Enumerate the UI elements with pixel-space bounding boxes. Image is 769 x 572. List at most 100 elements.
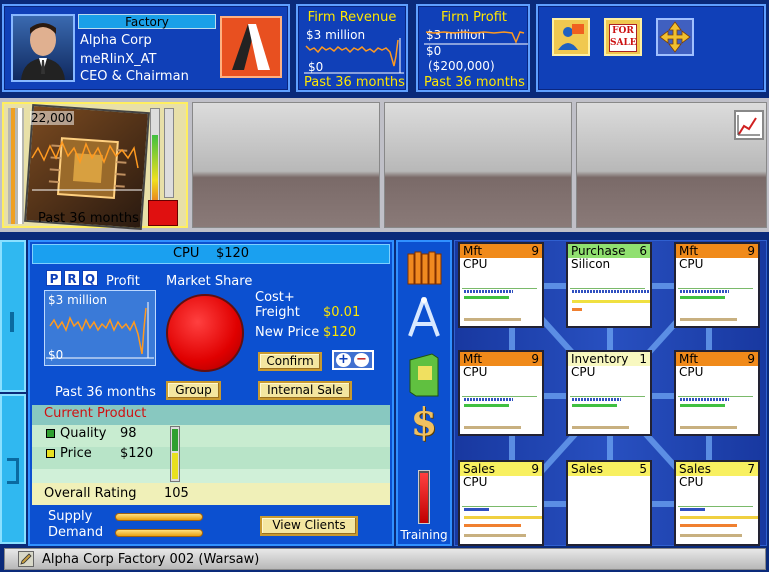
revenue-sparkline — [304, 38, 404, 74]
p-button[interactable]: P — [46, 270, 62, 286]
detail-price: $120 — [215, 246, 250, 261]
card-bar — [680, 426, 738, 429]
move-icon[interactable] — [656, 18, 694, 56]
product-slot-2[interactable] — [192, 102, 380, 228]
training-label: Training — [400, 528, 448, 542]
card-bar — [464, 534, 526, 537]
logo-icon — [232, 24, 270, 70]
quality-label: Quality — [60, 426, 107, 441]
card-divider — [678, 288, 754, 289]
production-card[interactable]: Mft 9 CPU — [674, 242, 760, 328]
card-type: Sales — [463, 462, 495, 476]
for-sale-sign: FOR SALE — [609, 24, 637, 52]
product-slot-3[interactable] — [384, 102, 572, 228]
card-type: Sales — [571, 462, 603, 476]
dollar-icon[interactable]: $ — [404, 402, 444, 442]
card-product: CPU — [463, 257, 488, 271]
status-pencil-icon[interactable] — [18, 551, 34, 567]
supply-label: Supply — [48, 509, 93, 524]
side-tab-1-mark — [10, 312, 14, 332]
for-sale-icon[interactable]: FOR SALE — [604, 18, 642, 56]
card-type: Sales — [679, 462, 711, 476]
card-bar — [464, 404, 510, 407]
cost-freight-value: $0.01 — [323, 305, 361, 320]
card-bar — [572, 404, 618, 407]
production-card[interactable]: Mft 9 CPU — [674, 350, 760, 436]
prq-buttons: P R Q — [46, 270, 102, 286]
card-bar — [572, 398, 622, 401]
profit-period: Past 36 months — [424, 75, 525, 90]
production-card[interactable]: Inventory 1 CPU — [566, 350, 652, 436]
side-tab-1[interactable] — [0, 240, 26, 392]
minus-icon[interactable]: − — [354, 353, 369, 367]
side-tab-2[interactable] — [0, 394, 26, 544]
profit-label: Profit — [106, 274, 140, 289]
price-adjust: + − — [332, 350, 374, 370]
card-divider — [678, 506, 754, 507]
card-bar — [680, 290, 730, 293]
card-header: Purchase 6 — [568, 244, 650, 258]
profit-sparkline — [424, 31, 528, 45]
market-share-pie[interactable] — [166, 294, 244, 372]
card-header: Mft 9 — [460, 244, 542, 258]
company-name: Alpha Corp — [80, 33, 152, 48]
card-bar — [680, 508, 705, 511]
card-product: CPU — [571, 365, 596, 379]
card-bar — [464, 508, 489, 511]
view-clients-button[interactable]: View Clients — [260, 516, 358, 536]
profit-chart-line — [46, 302, 154, 359]
card-divider — [462, 288, 538, 289]
player-name: meRlinX_AT — [80, 52, 157, 67]
production-card[interactable]: Sales 7 CPU — [674, 460, 760, 546]
card-product: CPU — [679, 475, 704, 489]
chart-toggle-icon[interactable] — [734, 110, 764, 140]
new-price-value: $120 — [323, 325, 357, 340]
r-button[interactable]: R — [64, 270, 80, 286]
manual-icon[interactable] — [404, 352, 444, 398]
manager-icon[interactable] — [552, 18, 590, 56]
compass-icon[interactable] — [404, 296, 444, 340]
company-logo[interactable] — [220, 16, 282, 78]
price-value: $120 — [120, 446, 154, 461]
books-icon[interactable] — [404, 248, 444, 288]
detail-period: Past 36 months — [55, 385, 156, 400]
production-card[interactable]: Purchase 6 Silicon — [566, 242, 652, 328]
slot-sparkline — [31, 139, 142, 191]
detail-product: CPU — [172, 246, 200, 261]
training-bar[interactable] — [418, 470, 430, 524]
card-divider — [462, 506, 538, 507]
card-type: Inventory — [571, 352, 629, 366]
plus-icon[interactable]: + — [336, 353, 351, 367]
price-swatch — [46, 449, 55, 458]
card-level: 9 — [531, 462, 539, 476]
confirm-button[interactable]: Confirm — [258, 352, 322, 371]
card-bar — [680, 404, 726, 407]
demand-bar — [115, 529, 203, 537]
card-bar — [572, 426, 630, 429]
internal-sale-button[interactable]: Internal Sale — [258, 381, 352, 400]
card-header: Sales 7 — [676, 462, 758, 476]
production-card[interactable]: Mft 9 CPU — [458, 350, 544, 436]
card-level: 9 — [531, 352, 539, 366]
firm-revenue-title: Firm Revenue — [307, 10, 397, 25]
q-button[interactable]: Q — [82, 270, 98, 286]
production-card[interactable]: Sales 5 — [566, 460, 652, 546]
card-bar — [464, 296, 510, 299]
slot-value: 22,000 — [30, 111, 74, 125]
new-price-label: New Price — [255, 325, 320, 340]
group-button[interactable]: Group — [166, 381, 221, 400]
ceo-portrait[interactable] — [11, 14, 75, 82]
card-type: Mft — [463, 244, 483, 258]
supply-bar — [115, 513, 203, 521]
role-tab: Factory — [78, 14, 216, 29]
card-level: 9 — [747, 352, 755, 366]
production-card[interactable]: Sales 9 CPU — [458, 460, 544, 546]
card-header: Sales 5 — [568, 462, 650, 476]
production-card[interactable]: Mft 9 CPU — [458, 242, 544, 328]
market-share-label: Market Share — [166, 274, 253, 289]
slot-left-bars — [8, 108, 24, 224]
card-bar — [572, 300, 650, 303]
card-header: Sales 9 — [460, 462, 542, 476]
card-header: Inventory 1 — [568, 352, 650, 366]
cost-freight-label-2: Freight — [255, 305, 300, 320]
